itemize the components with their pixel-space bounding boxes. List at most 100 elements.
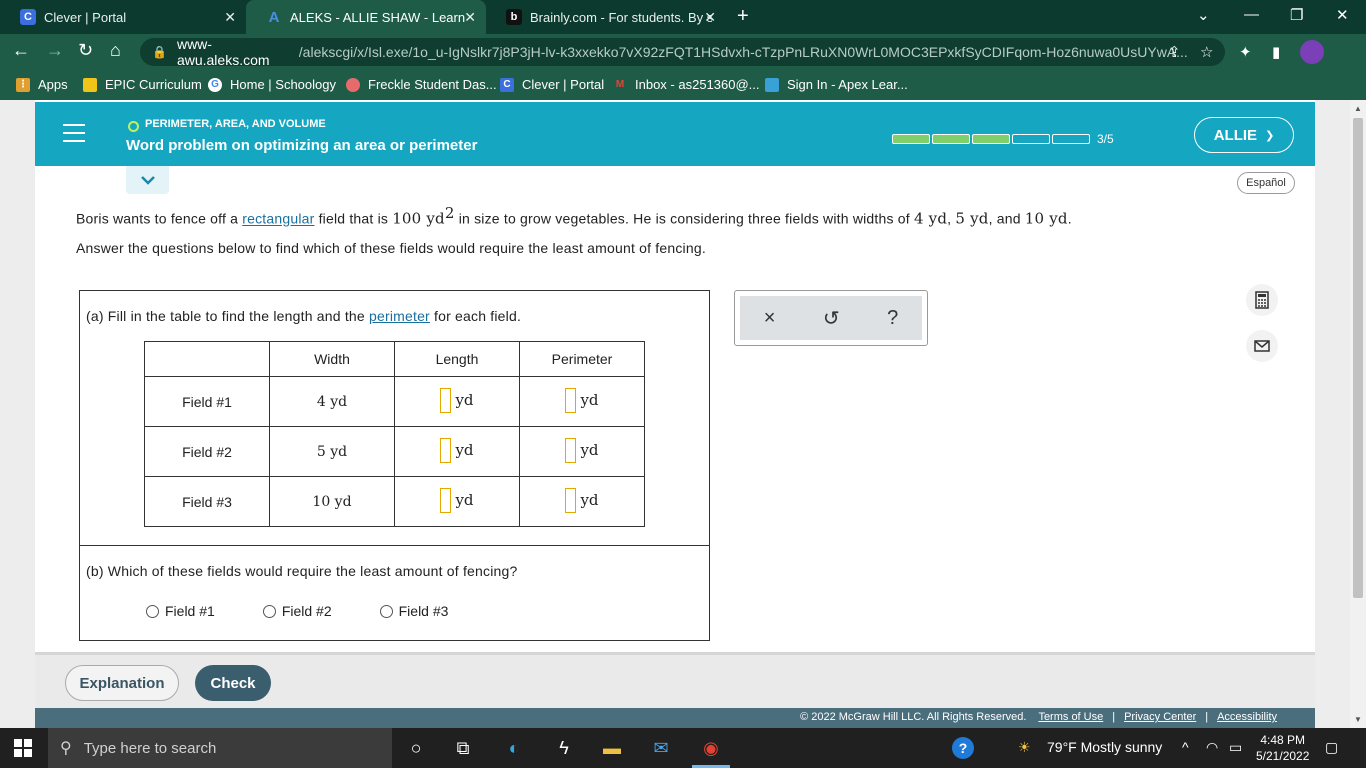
length-input-field-1[interactable] <box>440 387 452 413</box>
tab-brainly[interactable]: b Brainly.com - For students. By stu ✕ <box>486 0 726 34</box>
close-icon[interactable]: ✕ <box>464 9 476 26</box>
windows-start-icon[interactable] <box>14 739 32 757</box>
field-name: Field #3 <box>144 476 270 527</box>
length-cell: yd <box>394 376 520 427</box>
page-scrollbar[interactable]: ▲ ▼ <box>1350 100 1366 728</box>
help-icon[interactable]: ? <box>887 307 898 330</box>
tab-aleks[interactable]: A ALEKS - ALLIE SHAW - Learn ✕ <box>246 0 486 34</box>
perimeter-input-field-3[interactable] <box>565 487 577 513</box>
length-input-field-3[interactable] <box>440 487 452 513</box>
bookmark-freckle[interactable]: Freckle Student Das... <box>346 77 497 92</box>
bookmark-label: Freckle Student Das... <box>368 77 497 92</box>
explanation-button[interactable]: Explanation <box>65 665 179 701</box>
radio-circle[interactable] <box>379 604 393 618</box>
battery-icon[interactable]: ▭ <box>1229 739 1242 756</box>
radio-field-1[interactable]: Field #1 <box>146 603 215 619</box>
problem-instruction: Answer the questions below to find which… <box>76 240 706 256</box>
accessibility-link[interactable]: Accessibility <box>1217 711 1277 723</box>
message-button[interactable] <box>1246 330 1278 362</box>
chevron-up-icon[interactable]: ^ <box>1182 739 1189 755</box>
column-header: Perimeter <box>519 341 645 377</box>
answer-area: (a) Fill in the table to find the length… <box>79 290 710 641</box>
user-name: ALLIE <box>1213 126 1258 144</box>
extensions-icon[interactable]: ✦ <box>1239 43 1252 61</box>
bookmark-epic[interactable]: EPIC Curriculum <box>83 77 202 92</box>
close-icon[interactable]: ✕ <box>224 9 236 26</box>
progress-segment <box>972 134 1010 144</box>
mail-icon[interactable]: ✉ <box>649 736 673 760</box>
collapse-tab-button[interactable] <box>126 166 169 194</box>
radio-circle[interactable] <box>262 604 276 618</box>
clear-icon[interactable]: × <box>764 307 776 330</box>
privacy-link[interactable]: Privacy Center <box>1124 711 1196 723</box>
bookmark-apex[interactable]: Sign In - Apex Lear... <box>765 77 908 92</box>
calculator-icon <box>1255 291 1269 309</box>
section-divider <box>80 545 709 546</box>
scroll-up-arrow[interactable]: ▲ <box>1354 104 1362 113</box>
radio-circle[interactable] <box>146 604 159 618</box>
bookmark-schoology[interactable]: G Home | Schoology <box>208 77 336 92</box>
bookmark-star-icon[interactable]: ☆ <box>1200 43 1213 61</box>
user-menu-button[interactable]: ALLIE ❯ <box>1194 117 1294 153</box>
progress-segment <box>1052 134 1090 144</box>
radio-label: Field #3 <box>398 603 449 619</box>
search-icon: ⚲ <box>60 740 72 757</box>
profile-avatar[interactable] <box>1300 40 1324 64</box>
topic-status-icon <box>128 121 139 132</box>
weather-text[interactable]: 79°F Mostly sunny <box>1047 739 1162 755</box>
radio-field-2[interactable]: Field #2 <box>262 603 332 619</box>
chrome-icon[interactable]: ◉ <box>699 736 723 760</box>
window-close-button[interactable]: ✕ <box>1336 6 1349 24</box>
taskbar-search[interactable]: ⚲ Type here to search <box>48 728 392 768</box>
cortana-icon[interactable]: ○ <box>404 736 428 760</box>
field-width: 5 yd <box>269 426 395 477</box>
help-tray-icon[interactable]: ? <box>952 737 974 759</box>
bookmark-apps[interactable]: ⋮ Apps <box>16 77 68 92</box>
tab-search-icon[interactable]: ⌄ <box>1197 6 1210 24</box>
scroll-thumb[interactable] <box>1353 118 1363 598</box>
side-panel-icon[interactable]: ▮ <box>1272 43 1280 61</box>
file-explorer-icon[interactable]: ▬ <box>600 736 624 760</box>
table-row: Field #1 4 yd yd yd <box>144 376 645 427</box>
restore-button[interactable]: ❐ <box>1290 6 1303 24</box>
check-button[interactable]: Check <box>195 665 271 701</box>
column-header <box>144 341 270 377</box>
table-row: Field #3 10 yd yd yd <box>144 476 645 527</box>
notifications-icon[interactable]: ▢ <box>1325 739 1338 756</box>
tab-clever[interactable]: C Clever | Portal ✕ <box>0 0 246 34</box>
back-icon[interactable]: ← <box>12 40 30 61</box>
reload-icon[interactable]: ↻ <box>78 40 93 61</box>
winamp-icon[interactable]: ϟ <box>552 736 576 760</box>
page-viewport: PERIMETER, AREA, AND VOLUME Word problem… <box>0 100 1366 728</box>
share-icon[interactable]: ⇪ <box>1168 43 1181 61</box>
wifi-icon[interactable]: ◠ <box>1206 739 1218 756</box>
bookmark-inbox[interactable]: M Inbox - as251360@... <box>613 77 760 92</box>
footer-separator: | <box>1205 711 1209 723</box>
bookmark-clever[interactable]: C Clever | Portal <box>500 77 604 92</box>
home-icon[interactable]: ⌂ <box>110 40 121 61</box>
perimeter-input-field-1[interactable] <box>565 387 577 413</box>
length-input-field-2[interactable] <box>440 437 452 463</box>
perimeter-link[interactable]: perimeter <box>369 308 430 324</box>
undo-icon[interactable]: ↺ <box>823 306 840 331</box>
task-view-icon[interactable]: ⧉ <box>451 736 475 760</box>
edge-icon[interactable]: ◐ <box>502 736 526 760</box>
address-bar[interactable]: 🔒 www-awu.aleks.com /alekscgi/x/Isl.exe/… <box>140 36 1225 68</box>
url-host: www-awu.aleks.com <box>176 36 270 68</box>
rectangular-link[interactable]: rectangular <box>242 211 314 227</box>
espanol-button[interactable]: Español <box>1237 172 1295 194</box>
forward-icon[interactable]: → <box>46 40 64 61</box>
width-value-1: 4 yd <box>913 209 948 228</box>
perimeter-input-field-2[interactable] <box>565 437 577 463</box>
menu-icon[interactable] <box>63 124 85 142</box>
new-tab-button[interactable]: + <box>737 5 749 28</box>
calculator-button[interactable] <box>1246 284 1278 316</box>
system-clock[interactable]: 4:48 PM 5/21/2022 <box>1256 732 1309 764</box>
scroll-down-arrow[interactable]: ▼ <box>1354 715 1362 724</box>
progress-segment <box>1012 134 1050 144</box>
terms-link[interactable]: Terms of Use <box>1038 711 1103 723</box>
part-a-prompt: (a) Fill in the table to find the length… <box>86 308 521 324</box>
radio-field-3[interactable]: Field #3 <box>379 603 449 619</box>
minimize-button[interactable]: — <box>1244 6 1259 23</box>
close-icon[interactable]: ✕ <box>704 9 716 26</box>
